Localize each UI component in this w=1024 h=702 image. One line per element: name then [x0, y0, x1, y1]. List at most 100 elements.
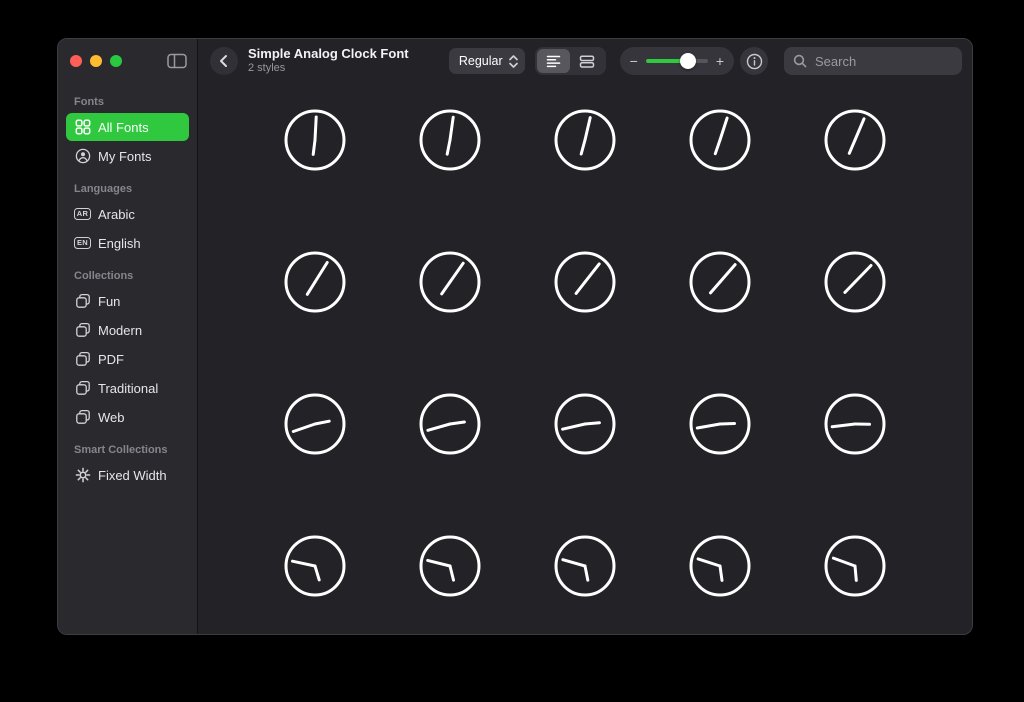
sidebar-toggle-icon [167, 53, 187, 69]
collection-icon [74, 380, 91, 396]
glyph-cell-15[interactable] [821, 390, 889, 458]
clock-glyph [416, 248, 484, 316]
search-icon [793, 54, 807, 68]
glyph-cell-16[interactable] [281, 532, 349, 600]
glyph-cell-2[interactable] [416, 106, 484, 174]
clock-glyph [686, 532, 754, 600]
clock-glyph [281, 532, 349, 600]
sidebar-item-arabic[interactable]: AR Arabic [66, 200, 189, 228]
sidebar-item-label: Web [98, 410, 125, 425]
sidebar-item-my-fonts[interactable]: My Fonts [66, 142, 189, 170]
stacked-rows-icon [579, 54, 595, 69]
clock-glyph [821, 532, 889, 600]
clock-glyph [281, 390, 349, 458]
main-content: Simple Analog Clock Font 2 styles Regula… [198, 39, 972, 634]
glyph-cell-14[interactable] [686, 390, 754, 458]
glyph-cell-1[interactable] [281, 106, 349, 174]
list-lines-icon [546, 54, 561, 69]
glyph-cell-18[interactable] [551, 532, 619, 600]
rows-view-button[interactable] [571, 49, 604, 73]
size-decrease-button[interactable]: − [630, 54, 638, 68]
clock-glyph [281, 248, 349, 316]
sidebar-item-label: Modern [98, 323, 142, 338]
page-title: Simple Analog Clock Font [248, 47, 409, 62]
glyph-cell-7[interactable] [416, 248, 484, 316]
sidebar-item-english[interactable]: ENEnglish [66, 229, 189, 257]
sidebar-item-label: PDF [98, 352, 124, 367]
sidebar-item-traditional[interactable]: Traditional [66, 374, 189, 402]
sidebar-item-label: Fun [98, 294, 120, 309]
collection-icon [74, 409, 91, 425]
back-button[interactable] [210, 47, 238, 75]
sidebar-sections: Fonts All Fonts My Fonts Languages AR Arabi… [58, 83, 197, 634]
sidebar: Fonts All Fonts My Fonts Languages AR Arabi… [58, 39, 198, 634]
language-badge: AR [74, 208, 91, 220]
glyph-cell-12[interactable] [416, 390, 484, 458]
badge-icon: EN [74, 237, 91, 249]
glyph-cell-6[interactable] [281, 248, 349, 316]
collection-icon [74, 293, 91, 309]
size-slider[interactable] [646, 53, 708, 69]
toolbar: Simple Analog Clock Font 2 styles Regula… [198, 39, 972, 83]
sidebar-section-header-smart-collections: Smart Collections [74, 443, 181, 457]
list-view-button[interactable] [537, 49, 570, 73]
info-icon [746, 53, 763, 70]
glyph-grid [198, 83, 972, 634]
slider-knob[interactable] [680, 53, 696, 69]
clock-glyph [686, 248, 754, 316]
chevron-up-down-icon [508, 54, 519, 69]
clock-glyph [416, 532, 484, 600]
clock-glyph [551, 532, 619, 600]
clock-glyph [551, 106, 619, 174]
sidebar-item-label: Arabic [98, 207, 135, 222]
collection-icon [74, 322, 91, 338]
sidebar-item-modern[interactable]: Modern [66, 316, 189, 344]
clock-glyph [551, 248, 619, 316]
sidebar-section-header-languages: Languages [74, 182, 181, 196]
person-icon [74, 148, 91, 164]
gear-icon [74, 467, 91, 483]
glyph-cell-4[interactable] [686, 106, 754, 174]
styles-count: 2 styles [248, 62, 409, 75]
minimize-window-button[interactable] [90, 55, 102, 67]
clock-glyph [416, 390, 484, 458]
grid-icon [74, 119, 91, 135]
slider-track[interactable] [646, 59, 708, 63]
size-increase-button[interactable]: + [716, 54, 724, 68]
window-controls [58, 39, 197, 83]
search-field[interactable] [784, 47, 962, 75]
glyph-cell-13[interactable] [551, 390, 619, 458]
sidebar-item-web[interactable]: Web [66, 403, 189, 431]
clock-glyph [686, 390, 754, 458]
glyph-cell-20[interactable] [821, 532, 889, 600]
info-button[interactable] [740, 47, 768, 75]
glyph-cell-19[interactable] [686, 532, 754, 600]
font-book-window: Fonts All Fonts My Fonts Languages AR Arabi… [57, 38, 973, 635]
sidebar-item-fixed-width[interactable]: Fixed Width [66, 461, 189, 489]
glyph-cell-9[interactable] [686, 248, 754, 316]
sidebar-item-all-fonts[interactable]: All Fonts [66, 113, 189, 141]
glyph-cell-5[interactable] [821, 106, 889, 174]
sidebar-item-pdf[interactable]: PDF [66, 345, 189, 373]
close-window-button[interactable] [70, 55, 82, 67]
badge-icon: AR [74, 208, 91, 220]
zoom-window-button[interactable] [110, 55, 122, 67]
clock-glyph [416, 106, 484, 174]
sidebar-toggle-button[interactable] [167, 53, 187, 69]
search-input[interactable] [813, 53, 953, 70]
style-picker-dropdown[interactable]: Regular [449, 48, 525, 74]
sidebar-section-header-fonts: Fonts [74, 95, 181, 109]
glyph-cell-17[interactable] [416, 532, 484, 600]
glyph-cell-11[interactable] [281, 390, 349, 458]
collection-icon [74, 351, 91, 367]
clock-glyph [821, 106, 889, 174]
glyph-cell-3[interactable] [551, 106, 619, 174]
size-slider-group: − + [620, 47, 734, 75]
clock-glyph [821, 390, 889, 458]
clock-glyph [281, 106, 349, 174]
glyph-cell-8[interactable] [551, 248, 619, 316]
sidebar-item-fun[interactable]: Fun [66, 287, 189, 315]
style-picker-value: Regular [459, 54, 503, 68]
sidebar-section-header-collections: Collections [74, 269, 181, 283]
glyph-cell-10[interactable] [821, 248, 889, 316]
